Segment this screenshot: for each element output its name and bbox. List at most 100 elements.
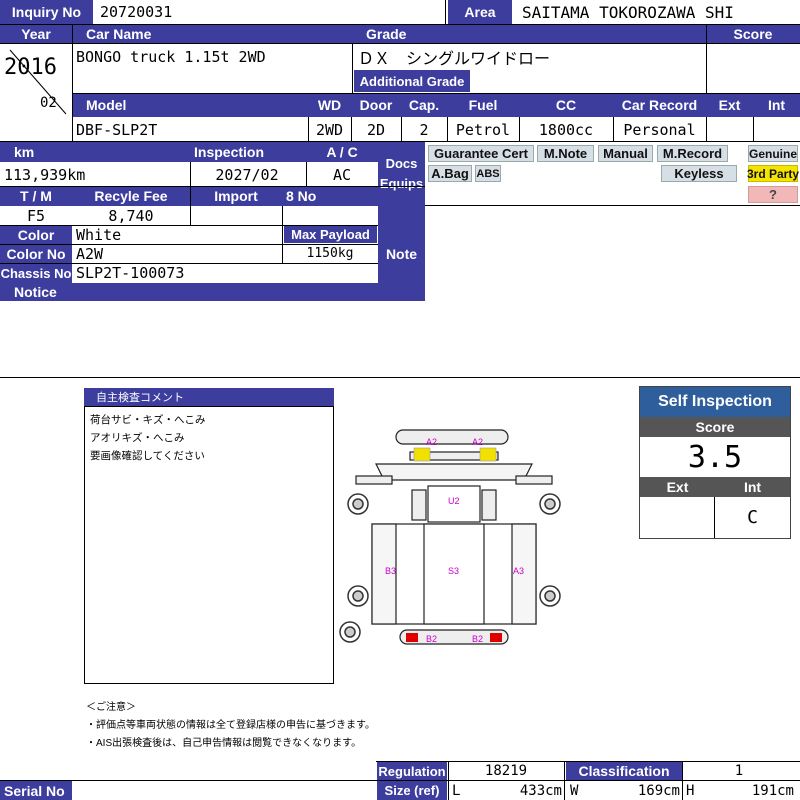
wd-label: WD <box>308 93 351 117</box>
max-payload-value: 1150kg <box>306 246 354 261</box>
size-l-value: 433cm <box>519 782 562 799</box>
grid-line <box>0 24 800 25</box>
score-label: Score <box>706 24 800 44</box>
truck-diagram <box>339 429 561 645</box>
badge-keyless: Keyless <box>661 165 737 182</box>
damage-mark-b3: B3 <box>385 566 397 576</box>
grid-line <box>0 186 425 187</box>
area-label: Area <box>448 0 512 24</box>
serial-no-label: Serial No <box>0 781 72 800</box>
door-label: Door <box>351 93 401 117</box>
self-int-label: Int <box>715 477 790 497</box>
damage-mark-u2: U2 <box>448 496 460 506</box>
damage-mark-b2-right: B2 <box>472 634 484 644</box>
self-ext-label: Ext <box>640 477 715 497</box>
model-value: DBF-SLP2T <box>76 121 158 139</box>
inspection-value: 2027/02 <box>215 166 279 184</box>
badge-genuine: Genuine <box>748 145 798 162</box>
damage-mark-s3: S3 <box>448 566 460 576</box>
cap-value: 2 <box>419 121 429 139</box>
size-w-value: 169cm <box>637 782 680 799</box>
badge-m-record: M.Record <box>657 145 728 162</box>
size-h-label: H <box>686 782 695 799</box>
grade-value: ＤＸ シングルワイドロー <box>358 49 551 68</box>
cap-label: Cap. <box>401 93 447 117</box>
grid-line <box>351 117 352 141</box>
grid-line <box>306 162 307 186</box>
scratch-mark <box>490 633 502 642</box>
comment-line: 荷台サビ・キズ・へこみ <box>90 414 206 426</box>
size-l-label: L <box>452 782 461 799</box>
badge-m-note: M.Note <box>537 145 594 162</box>
ac-label: A / C <box>306 142 378 162</box>
ext-label: Ext <box>706 93 753 117</box>
recycle-label: Recyle Fee <box>72 186 190 206</box>
grid-line <box>613 117 614 141</box>
grid-line <box>0 377 800 378</box>
comment-line: アオリキズ・へこみ <box>90 432 185 444</box>
grid-line <box>282 206 283 263</box>
self-score-value: 3.5 <box>687 439 743 475</box>
self-inspection-title: Self Inspection <box>640 387 790 417</box>
regulation-value: 18219 <box>484 763 528 779</box>
grid-line <box>714 497 715 538</box>
model-label: Model <box>72 93 308 117</box>
grid-line <box>0 263 378 264</box>
fuel-label: Fuel <box>447 93 519 117</box>
color-label: Color <box>0 226 72 244</box>
docs-label: Docs <box>385 156 418 171</box>
docs-equips-label: Docs Equips <box>378 142 425 206</box>
grid-line <box>401 117 402 141</box>
year-divider <box>9 49 67 115</box>
grid-line <box>682 761 683 800</box>
area-value: SAITAMA TOKOROZAWA SHI <box>522 2 734 22</box>
max-payload-label: Max Payload <box>284 225 377 243</box>
door-value: 2D <box>366 121 386 139</box>
size-h-value: 191cm <box>751 782 794 799</box>
inquiry-value: 20720031 <box>100 3 173 21</box>
badge-guarantee-cert: Guarantee Cert <box>428 145 534 162</box>
grid-line <box>190 162 191 226</box>
grid-line <box>706 24 707 93</box>
color-no-label: Color No <box>0 244 72 263</box>
grid-line <box>753 117 754 141</box>
comment-title: 自主検査コメント <box>84 388 334 406</box>
chassis-label: Chassis No <box>0 263 72 283</box>
grid-line <box>445 0 446 24</box>
grid-line <box>706 117 707 141</box>
grid-line <box>564 761 565 800</box>
grid-line <box>448 761 449 800</box>
damage-mark-b2-left: B2 <box>426 634 438 644</box>
grid-line <box>0 43 800 44</box>
equips-label: Equips <box>379 176 424 191</box>
additional-grade-label: Additional Grade <box>354 70 470 92</box>
grid-line <box>0 141 800 142</box>
self-ext-value <box>640 497 715 538</box>
notes-line: ・評価点等車両状態の情報は全て登録店様の申告に基づきます。 <box>86 720 375 731</box>
fuel-value: Petrol <box>455 121 511 139</box>
grade-label: Grade <box>352 24 706 44</box>
car-record-label: Car Record <box>613 93 706 117</box>
color-no-value: A2W <box>76 244 104 263</box>
classification-value: 1 <box>734 763 744 779</box>
notice-label: Notice <box>0 283 378 301</box>
8no-label: 8 No <box>282 186 378 206</box>
km-value: 113,939km <box>4 166 86 184</box>
grid-line <box>72 93 800 94</box>
grid-line <box>0 244 378 245</box>
damage-mark-a2-right: A2 <box>472 437 484 447</box>
km-label: km <box>0 142 190 162</box>
int-label: Int <box>753 93 800 117</box>
grid-line <box>376 761 800 762</box>
year-label: Year <box>0 24 72 44</box>
damage-mark-a2-left: A2 <box>426 437 438 447</box>
inspection-label: Inspection <box>190 142 306 162</box>
recycle-value: 8,740 <box>108 207 154 225</box>
notes-head: ＜ご注意＞ <box>86 702 136 713</box>
classification-label: Classification <box>566 762 682 780</box>
tm-value: F5 <box>26 207 46 225</box>
badge-manual: Manual <box>598 145 653 162</box>
dent-mark <box>413 447 431 462</box>
dent-mark <box>479 447 497 462</box>
badge-unknown: ? <box>748 186 798 203</box>
